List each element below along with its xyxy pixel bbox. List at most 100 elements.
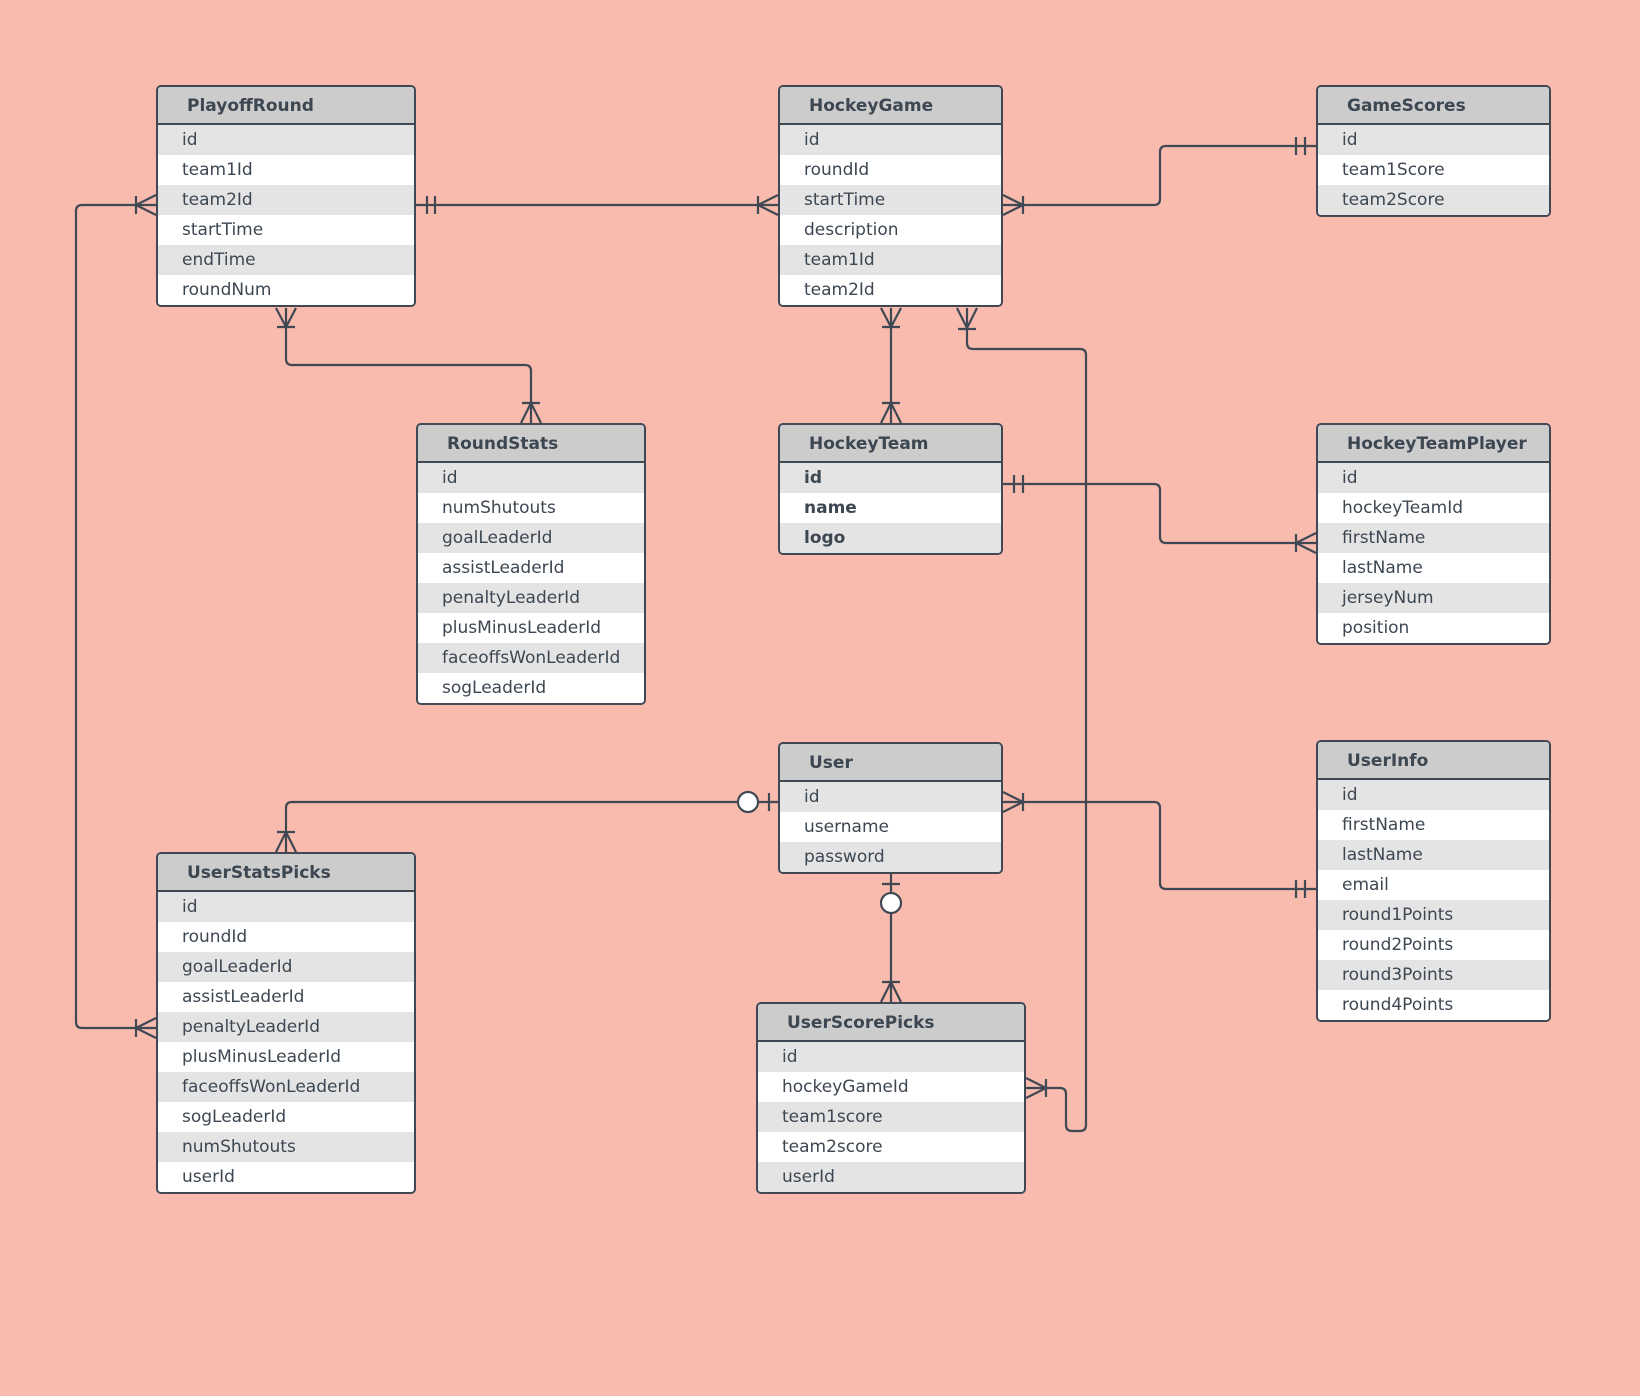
connector-playoffround-userstatspicks xyxy=(74,203,156,1030)
field-row: jerseyNum xyxy=(1318,583,1549,613)
zero-marker xyxy=(736,790,760,814)
field-row: firstName xyxy=(1318,523,1549,553)
entity-hockeygame[interactable]: HockeyGame id roundId startTime descript… xyxy=(778,85,1003,307)
field-row: plusMinusLeaderId xyxy=(418,613,644,643)
field-row: userId xyxy=(158,1162,414,1192)
field-row: assistLeaderId xyxy=(418,553,644,583)
crows-foot-marker xyxy=(134,194,157,216)
entity-title: PlayoffRound xyxy=(158,87,414,125)
zero-marker xyxy=(879,891,903,915)
field-row: password xyxy=(780,842,1001,872)
field-list: id team1Id team2Id startTime endTime rou… xyxy=(158,125,414,305)
crows-foot-marker xyxy=(880,307,902,329)
field-row: startTime xyxy=(780,185,1001,215)
field-list: id numShutouts goalLeaderId assistLeader… xyxy=(418,463,644,703)
crows-foot-marker xyxy=(880,980,902,1003)
field-row: firstName xyxy=(1318,810,1549,840)
one-and-only-one-marker xyxy=(1012,475,1025,493)
crows-foot-marker xyxy=(880,401,902,424)
field-row: numShutouts xyxy=(158,1132,414,1162)
entity-title: RoundStats xyxy=(418,425,644,463)
field-row: team2Score xyxy=(1318,185,1549,215)
field-row: team2Id xyxy=(780,275,1001,305)
entity-hockeyteamplayer[interactable]: HockeyTeamPlayer id hockeyTeamId firstNa… xyxy=(1316,423,1551,645)
crows-foot-marker xyxy=(1002,194,1025,216)
field-list: id roundId goalLeaderId assistLeaderId p… xyxy=(158,892,414,1192)
field-row: round2Points xyxy=(1318,930,1549,960)
entity-title: HockeyTeamPlayer xyxy=(1318,425,1549,463)
field-row: penaltyLeaderId xyxy=(418,583,644,613)
field-row: team1Id xyxy=(780,245,1001,275)
field-row: email xyxy=(1318,870,1549,900)
entity-title: User xyxy=(780,744,1001,782)
field-list: id hockeyGameId team1score team2score us… xyxy=(758,1042,1024,1192)
connector-hockeyteam-hockeyteamplayer xyxy=(1003,482,1316,545)
entity-hockeyteam[interactable]: HockeyTeam id name logo xyxy=(778,423,1003,555)
crows-foot-marker xyxy=(756,194,779,216)
field-row: id xyxy=(1318,463,1549,493)
field-row: endTime xyxy=(158,245,414,275)
crows-foot-marker xyxy=(275,830,297,853)
field-row: description xyxy=(780,215,1001,245)
entity-title: GameScores xyxy=(1318,87,1549,125)
field-row: faceoffsWonLeaderId xyxy=(158,1072,414,1102)
connector-user-userinfo xyxy=(1003,800,1316,891)
entity-gamescores[interactable]: GameScores id team1Score team2Score xyxy=(1316,85,1551,217)
field-row: id xyxy=(1318,125,1549,155)
crows-foot-marker xyxy=(1025,1077,1048,1099)
field-row: assistLeaderId xyxy=(158,982,414,1012)
field-row: username xyxy=(780,812,1001,842)
field-row: id xyxy=(780,463,1001,493)
entity-title: UserInfo xyxy=(1318,742,1549,780)
field-row: round3Points xyxy=(1318,960,1549,990)
field-row: roundId xyxy=(780,155,1001,185)
field-list: id name logo xyxy=(780,463,1001,553)
crows-foot-marker xyxy=(1294,532,1317,554)
field-row: round1Points xyxy=(1318,900,1549,930)
entity-userscorepicks[interactable]: UserScorePicks id hockeyGameId team1scor… xyxy=(756,1002,1026,1194)
connector-playoffround-roundstats xyxy=(284,308,533,423)
field-row: plusMinusLeaderId xyxy=(158,1042,414,1072)
field-row: goalLeaderId xyxy=(418,523,644,553)
field-row: id xyxy=(418,463,644,493)
entity-roundstats[interactable]: RoundStats id numShutouts goalLeaderId a… xyxy=(416,423,646,705)
field-row: team1score xyxy=(758,1102,1024,1132)
entity-userinfo[interactable]: UserInfo id firstName lastName email rou… xyxy=(1316,740,1551,1022)
field-row: logo xyxy=(780,523,1001,553)
field-list: id roundId startTime description team1Id… xyxy=(780,125,1001,305)
entity-title: UserStatsPicks xyxy=(158,854,414,892)
crows-foot-marker xyxy=(520,401,542,424)
field-row: team2score xyxy=(758,1132,1024,1162)
field-row: goalLeaderId xyxy=(158,952,414,982)
one-and-only-one-marker xyxy=(425,196,437,214)
field-row: sogLeaderId xyxy=(418,673,644,703)
field-row: numShutouts xyxy=(418,493,644,523)
entity-user[interactable]: User id username password xyxy=(778,742,1003,874)
entity-playoffround[interactable]: PlayoffRound id team1Id team2Id startTim… xyxy=(156,85,416,307)
entity-title: HockeyTeam xyxy=(780,425,1001,463)
field-list: id username password xyxy=(780,782,1001,872)
field-row: id xyxy=(780,782,1001,812)
field-row: hockeyGameId xyxy=(758,1072,1024,1102)
field-row: team1Id xyxy=(158,155,414,185)
connector-user-userstatspicks xyxy=(284,800,778,852)
field-row: roundId xyxy=(158,922,414,952)
crows-foot-marker xyxy=(275,307,297,329)
crows-foot-marker xyxy=(134,1017,157,1039)
field-row: lastName xyxy=(1318,840,1549,870)
connector-hockeygame-gamescores xyxy=(1003,144,1316,207)
field-row: sogLeaderId xyxy=(158,1102,414,1132)
field-row: penaltyLeaderId xyxy=(158,1012,414,1042)
field-row: team2Id xyxy=(158,185,414,215)
field-row: team1Score xyxy=(1318,155,1549,185)
field-list: id team1Score team2Score xyxy=(1318,125,1549,215)
field-row: faceoffsWonLeaderId xyxy=(418,643,644,673)
field-row: round4Points xyxy=(1318,990,1549,1020)
field-row: roundNum xyxy=(158,275,414,305)
one-and-only-one-marker xyxy=(1294,137,1307,155)
field-row: id xyxy=(158,125,414,155)
field-list: id firstName lastName email round1Points… xyxy=(1318,780,1549,1020)
entity-userstatspicks[interactable]: UserStatsPicks id roundId goalLeaderId a… xyxy=(156,852,416,1194)
field-row: startTime xyxy=(158,215,414,245)
field-row: hockeyTeamId xyxy=(1318,493,1549,523)
